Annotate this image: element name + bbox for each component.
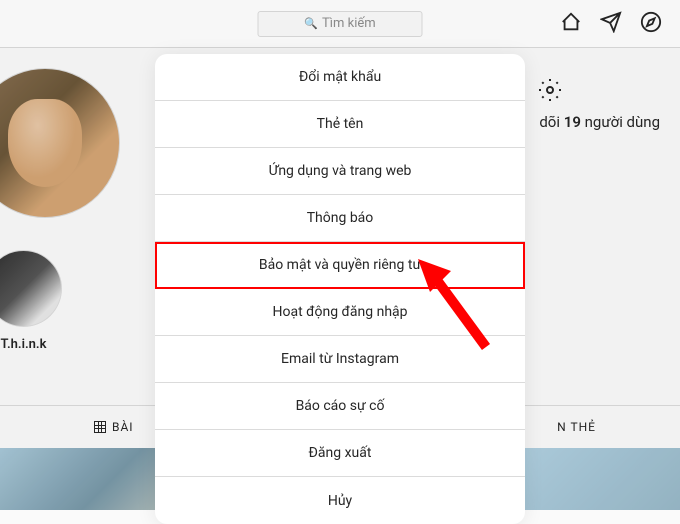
modal-item-login-activity[interactable]: Hoạt động đăng nhập: [155, 289, 525, 336]
modal-item-nametag[interactable]: Thẻ tên: [155, 101, 525, 148]
modal-item-change-password[interactable]: Đổi mật khẩu: [155, 54, 525, 101]
modal-item-privacy-security[interactable]: Bảo mật và quyền riêng tư: [155, 242, 525, 289]
modal-overlay[interactable]: Đổi mật khẩu Thẻ tên Ứng dụng và trang w…: [0, 0, 680, 510]
modal-item-apps-websites[interactable]: Ứng dụng và trang web: [155, 148, 525, 195]
modal-item-logout[interactable]: Đăng xuất: [155, 430, 525, 477]
modal-item-emails[interactable]: Email từ Instagram: [155, 336, 525, 383]
modal-item-notifications[interactable]: Thông báo: [155, 195, 525, 242]
settings-modal: Đổi mật khẩu Thẻ tên Ứng dụng và trang w…: [155, 54, 525, 524]
modal-item-report-problem[interactable]: Báo cáo sự cố: [155, 383, 525, 430]
modal-item-cancel[interactable]: Hủy: [155, 477, 525, 524]
